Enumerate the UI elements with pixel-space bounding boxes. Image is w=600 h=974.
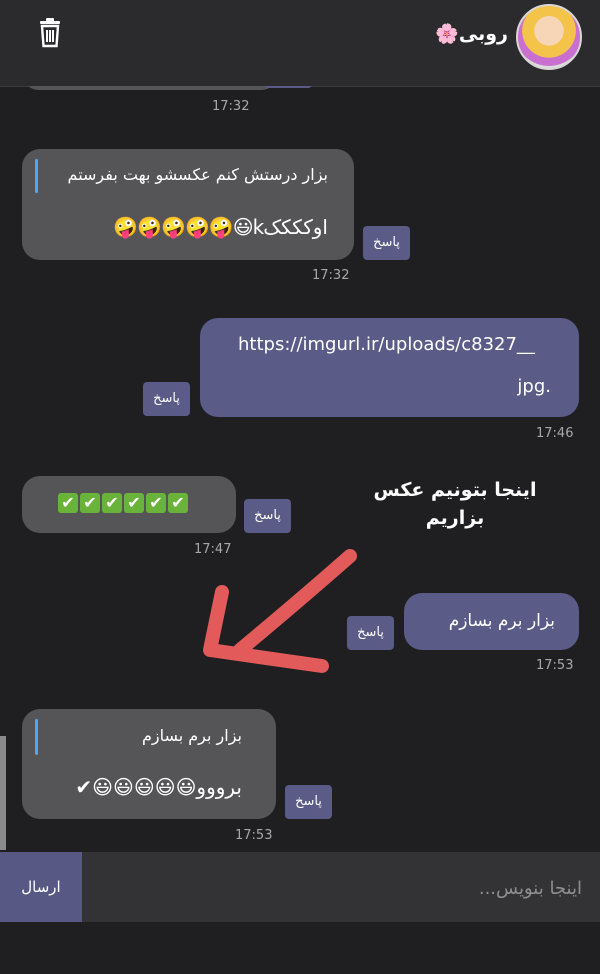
- reply-button[interactable]: پاسخ: [244, 499, 291, 533]
- scrollbar[interactable]: [0, 736, 6, 850]
- message-time: 17:53: [536, 658, 574, 673]
- message-bubble-incoming: [22, 86, 278, 90]
- annotation-line-2: بزاریم: [425, 507, 485, 529]
- message-bubble-incoming: بزار درستش کنم عکسشو بهت بفرستم اوککککk😃…: [22, 149, 354, 260]
- message-text: ✔ ✔ ✔ ✔ ✔ ✔: [56, 491, 188, 515]
- message-text: اوککککk😃🤪🤪🤪🤪🤪: [113, 215, 329, 239]
- avatar[interactable]: [516, 4, 582, 70]
- message-input[interactable]: [100, 866, 584, 910]
- message-time: 17:32: [212, 99, 250, 114]
- message-bubble-outgoing: https://imgurl.ir/uploads/c8327__ .jpg: [200, 318, 579, 417]
- message-bubble-outgoing: بزار برم بسازم: [404, 593, 579, 650]
- message-list[interactable]: 17:32 بزار درستش کنم عکسشو بهت بفرستم او…: [0, 86, 600, 852]
- message-bubble-incoming: بزار برم بسازم برووو😃😃😃😃😃✔: [22, 709, 276, 819]
- message-text: بزار برم بسازم: [448, 611, 555, 631]
- bottom-area: [0, 922, 600, 974]
- message-link-cont: .jpg: [517, 376, 551, 397]
- message-time: 17:53: [235, 828, 273, 843]
- message-bubble-incoming: ✔ ✔ ✔ ✔ ✔ ✔: [22, 476, 236, 533]
- reply-button[interactable]: پاسخ: [363, 226, 410, 260]
- trash-icon[interactable]: [36, 18, 64, 48]
- chat-header: روبی🌸: [0, 0, 600, 87]
- reply-button[interactable]: [264, 86, 312, 88]
- annotation-note: اینجا بتونیم عکس بزاریم: [360, 476, 550, 532]
- quote-bar: [35, 719, 38, 755]
- send-button[interactable]: ارسال: [0, 852, 82, 922]
- quote-bar: [35, 159, 38, 193]
- composer: ارسال: [0, 852, 600, 922]
- annotation-line-1: اینجا بتونیم عکس: [373, 479, 537, 501]
- reply-button[interactable]: پاسخ: [285, 785, 332, 819]
- message-text: برووو😃😃😃😃😃✔: [75, 775, 243, 799]
- contact-name[interactable]: روبی🌸: [435, 22, 508, 45]
- quoted-text: بزار برم بسازم: [141, 726, 242, 745]
- message-time: 17:46: [536, 426, 574, 441]
- message-time: 17:47: [194, 542, 232, 557]
- reply-button[interactable]: پاسخ: [143, 382, 190, 416]
- quoted-text: بزار درستش کنم عکسشو بهت بفرستم: [67, 165, 328, 184]
- message-link[interactable]: https://imgurl.ir/uploads/c8327__: [238, 333, 535, 357]
- reply-button[interactable]: پاسخ: [347, 616, 394, 650]
- message-time: 17:32: [312, 268, 350, 283]
